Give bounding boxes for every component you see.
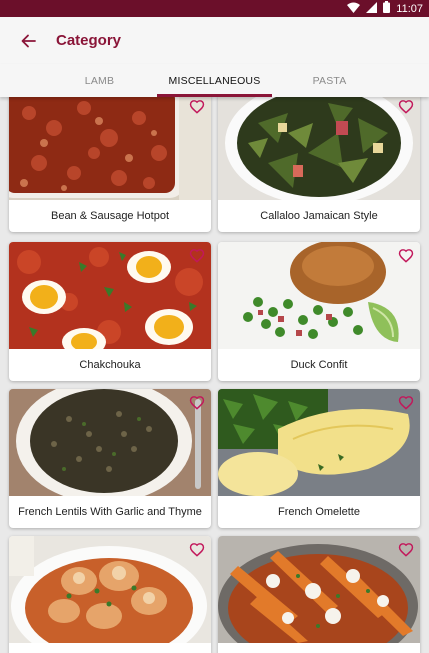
meal-image [9, 389, 211, 496]
meal-card[interactable]: Duck Confit [218, 242, 420, 381]
page-title: Category [56, 32, 122, 49]
category-tabs: T LAMB MISCELLANEOUS PASTA [0, 64, 429, 97]
meal-image [9, 97, 211, 200]
status-time: 11:07 [396, 2, 423, 15]
heart-outline-icon[interactable] [189, 395, 205, 411]
arrow-left-icon [21, 34, 36, 47]
meal-name: French Omelette [278, 506, 360, 518]
tab-pasta[interactable]: PASTA [272, 64, 387, 97]
meal-image [218, 97, 420, 200]
meal-name: Callaloo Jamaican Style [260, 210, 378, 222]
tab-lamb[interactable]: LAMB [42, 64, 157, 97]
wifi-icon [347, 2, 361, 16]
heart-outline-icon[interactable] [398, 248, 414, 264]
meal-card[interactable] [218, 536, 420, 653]
tab-miscellaneous[interactable]: MISCELLANEOUS [157, 64, 272, 97]
app-bar: Category [0, 17, 429, 64]
meal-card[interactable]: Callaloo Jamaican Style [218, 97, 420, 232]
meal-name: Bean & Sausage Hotpot [50, 210, 170, 222]
signal-icon [366, 1, 378, 16]
heart-outline-icon[interactable] [398, 395, 414, 411]
meal-name: Chakchouka [79, 359, 141, 371]
heart-outline-icon[interactable] [189, 248, 205, 264]
meal-card[interactable]: French Omelette [218, 389, 420, 528]
meal-name [9, 643, 211, 653]
tab-previous[interactable]: T [0, 64, 10, 97]
heart-outline-icon[interactable] [189, 99, 205, 115]
meal-card[interactable]: Chakchouka [9, 242, 211, 381]
heart-outline-icon[interactable] [398, 99, 414, 115]
active-tab-indicator [157, 94, 272, 97]
status-bar: 11:07 [0, 0, 429, 17]
battery-icon [383, 1, 391, 16]
heart-outline-icon[interactable] [189, 542, 205, 558]
meal-card[interactable]: Bean & Sausage Hotpot [9, 97, 211, 232]
meal-image [9, 536, 211, 643]
meal-image [218, 242, 420, 349]
meal-image [218, 389, 420, 496]
meal-card[interactable]: French Lentils With Garlic and Thyme [9, 389, 211, 528]
meal-name: French Lentils With Garlic and Thyme [18, 506, 202, 518]
meal-name [218, 643, 420, 653]
heart-outline-icon[interactable] [398, 542, 414, 558]
meal-card[interactable] [9, 536, 211, 653]
meal-image [9, 242, 211, 349]
meal-name: Duck Confit [290, 359, 348, 371]
meal-image [218, 536, 420, 643]
meal-grid: Bean & Sausage Hotpot Callaloo Jamaican … [0, 97, 429, 653]
back-button[interactable] [16, 29, 40, 53]
